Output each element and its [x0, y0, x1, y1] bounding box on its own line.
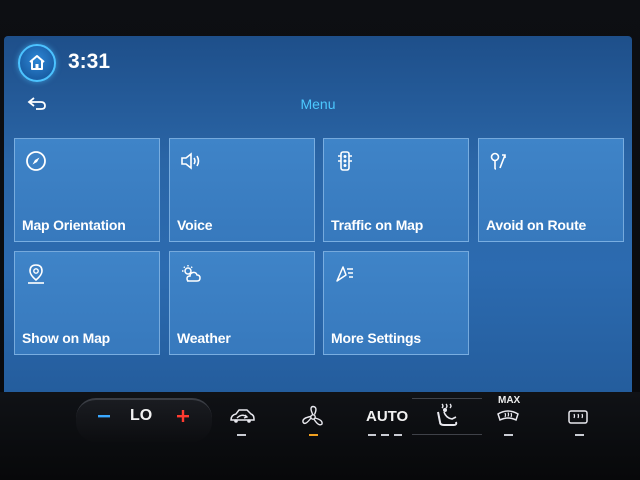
- rear-defrost-indicator: [575, 434, 584, 436]
- tile-label: Avoid on Route: [486, 217, 587, 233]
- tile-label: Map Orientation: [22, 217, 126, 233]
- rear-defrost-button[interactable]: [566, 408, 590, 433]
- auto-indicator-1: [368, 434, 376, 436]
- fan-speed-indicator: [309, 434, 318, 436]
- map-pin-icon: [28, 264, 44, 284]
- tile-traffic-on-map[interactable]: Traffic on Map: [323, 138, 469, 242]
- status-bar: 3:31: [4, 36, 632, 90]
- tile-label: Voice: [177, 217, 213, 233]
- compass-icon: [26, 151, 46, 171]
- fan-icon: [302, 405, 323, 426]
- temp-down-button[interactable]: [96, 404, 112, 428]
- max-defrost-button[interactable]: [496, 406, 520, 431]
- fan-speed-button[interactable]: [300, 404, 326, 435]
- max-defrost-indicator: [504, 434, 513, 436]
- auto-indicator-2: [381, 434, 389, 436]
- weather-icon: [182, 265, 201, 282]
- heated-seat-icon: [437, 403, 458, 426]
- seat-climate-button[interactable]: [432, 400, 462, 437]
- speaker-icon: [181, 152, 200, 170]
- recirculation-indicator: [237, 434, 246, 436]
- recirculation-button[interactable]: [228, 406, 256, 431]
- auto-climate-button[interactable]: AUTO: [366, 408, 408, 425]
- tile-label: Traffic on Map: [331, 217, 424, 233]
- avoid-route-icon: [490, 152, 506, 170]
- tile-show-on-map[interactable]: Show on Map: [14, 251, 160, 355]
- tile-label: Weather: [177, 330, 231, 346]
- minus-icon: [98, 415, 110, 418]
- plus-icon: [177, 410, 189, 422]
- clock: 3:31: [68, 50, 111, 73]
- tile-more-settings[interactable]: More Settings: [323, 251, 469, 355]
- divider: [412, 398, 482, 399]
- rear-defrost-icon: [568, 410, 588, 424]
- tile-label: More Settings: [331, 330, 421, 346]
- tile-voice[interactable]: Voice: [169, 138, 315, 242]
- traffic-light-icon: [338, 151, 352, 171]
- tile-label: Show on Map: [22, 330, 111, 346]
- recirculation-car-icon: [230, 409, 255, 423]
- tile-map-orientation[interactable]: Map Orientation: [14, 138, 160, 242]
- auto-indicator-3: [394, 434, 402, 436]
- tile-weather[interactable]: Weather: [169, 251, 315, 355]
- max-defrost-label: MAX: [498, 395, 521, 406]
- temp-up-button[interactable]: [174, 404, 192, 428]
- home-icon: [29, 55, 45, 70]
- temperature-readout: LO: [130, 407, 153, 424]
- front-defrost-icon: [497, 410, 519, 422]
- home-button[interactable]: [18, 44, 56, 82]
- nav-menu-screen: 3:31 Menu Map Orientation Voice Traffic: [4, 36, 632, 392]
- more-settings-icon: [336, 266, 353, 282]
- page-title: Menu: [300, 96, 336, 112]
- tile-avoid-on-route[interactable]: Avoid on Route: [478, 138, 624, 242]
